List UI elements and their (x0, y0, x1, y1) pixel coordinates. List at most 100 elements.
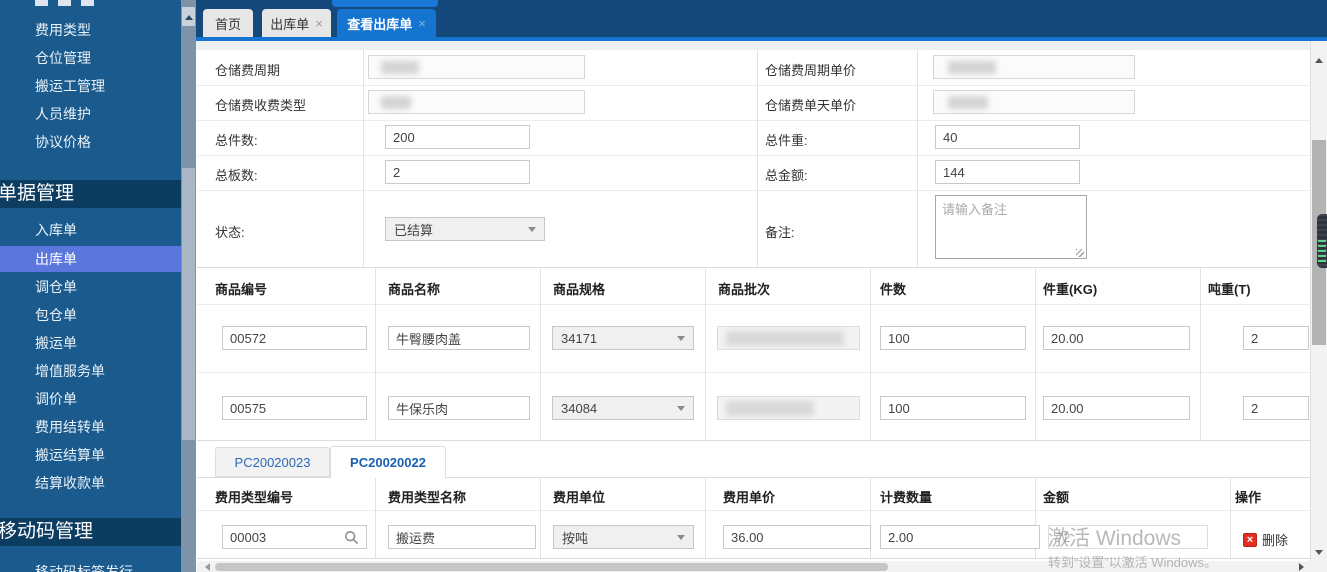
col-header-fee-qty: 计费数量 (880, 490, 933, 505)
divider (757, 50, 758, 267)
fee-tab-pc20020022[interactable]: PC20020022 (330, 446, 446, 478)
sidebar-item-clipped[interactable] (35, 0, 97, 6)
piece-count-field[interactable] (880, 396, 1026, 420)
tab-view-outbound-label: 查看出库单 (347, 16, 413, 32)
fee-tab-pc20020023[interactable]: PC20020023 (215, 447, 330, 477)
sidebar-scroll-up-button[interactable] (182, 7, 195, 26)
storage-fee-day-price-field[interactable] (933, 90, 1135, 114)
product-code-field[interactable] (222, 396, 367, 420)
product-batch-field[interactable] (717, 326, 860, 350)
fee-price-field[interactable] (723, 525, 871, 549)
sidebar-item-value-added-order[interactable]: 增值服务单 (35, 360, 105, 382)
remark-label: 备注: (765, 225, 795, 240)
total-weight-field[interactable] (935, 125, 1080, 149)
total-pieces-label: 总件数: (215, 133, 258, 148)
col-header-piece-weight: 件重(KG) (1043, 282, 1098, 297)
fee-unit-select[interactable]: 按吨 (553, 525, 694, 549)
edge-overlay-widget[interactable] (1317, 214, 1327, 268)
total-amount-field[interactable] (935, 160, 1080, 184)
storage-fee-cycle-field[interactable] (368, 55, 585, 79)
sidebar-item-fee-type[interactable]: 费用类型 (35, 19, 91, 41)
sidebar-item-transfer-order[interactable]: 调仓单 (35, 276, 77, 298)
sidebar-item-porter-mgmt[interactable]: 搬运工管理 (35, 75, 105, 97)
scroll-down-icon[interactable] (1315, 550, 1323, 559)
col-header-amount: 金额 (1043, 490, 1070, 505)
divider (197, 510, 1311, 511)
scroll-up-icon[interactable] (1315, 54, 1323, 63)
scroll-right-icon[interactable] (1299, 563, 1308, 571)
fee-unit-value: 按吨 (562, 530, 589, 546)
divider (705, 477, 706, 558)
col-header-product-code: 商品编号 (215, 282, 268, 297)
clipped-toolbar-button[interactable] (332, 0, 438, 7)
sidebar-item-handling-settlement[interactable]: 搬运结算单 (35, 444, 105, 466)
scroll-left-icon[interactable] (201, 563, 210, 571)
piece-count-field[interactable] (880, 326, 1026, 350)
sidebar-item-settlement-receipt[interactable]: 结算收款单 (35, 472, 105, 494)
divider (197, 267, 1311, 268)
tab-outbound-order[interactable]: 出库单 × (262, 9, 331, 37)
ton-weight-field[interactable] (1243, 326, 1309, 350)
total-pieces-field[interactable] (385, 125, 530, 149)
product-spec-select[interactable]: 34171 (552, 326, 694, 350)
sidebar-item-personnel[interactable]: 人员维护 (35, 103, 91, 125)
delete-row-button[interactable]: × 删除 (1243, 530, 1288, 549)
sidebar-section-documents[interactable]: 单据管理 (0, 180, 181, 208)
redacted-value (726, 401, 814, 416)
sidebar-item-fee-carryover-order[interactable]: 费用结转单 (35, 416, 105, 438)
sidebar-item-mobile-code-label[interactable]: 移动码标签发行 (35, 561, 133, 572)
divider (1200, 267, 1201, 440)
chevron-down-icon (677, 405, 685, 415)
sidebar-item-warehouse-position[interactable]: 仓位管理 (35, 47, 91, 69)
product-code-field[interactable] (222, 326, 367, 350)
product-batch-field[interactable] (717, 396, 860, 420)
storage-fee-charge-type-field[interactable] (368, 90, 585, 114)
col-header-actions: 操作 (1235, 490, 1262, 505)
divider (363, 50, 364, 267)
product-name-field[interactable] (388, 326, 530, 350)
fee-tab-label: PC20020022 (350, 455, 426, 470)
redacted-value (948, 96, 988, 109)
divider (197, 120, 1311, 121)
product-spec-value: 34171 (561, 330, 598, 346)
sidebar-item-inbound-order[interactable]: 入库单 (35, 219, 77, 241)
col-header-fee-type-code: 费用类型编号 (215, 490, 294, 505)
fee-type-name-field[interactable] (388, 525, 536, 549)
product-spec-select[interactable]: 34084 (552, 396, 694, 420)
sidebar-item-agreement-price[interactable]: 协议价格 (35, 131, 91, 153)
delete-button-label: 删除 (1262, 533, 1289, 548)
storage-fee-day-price-label: 仓储费单天单价 (765, 98, 857, 113)
sidebar-item-handling-order[interactable]: 搬运单 (35, 332, 77, 354)
product-name-field[interactable] (388, 396, 530, 420)
close-icon[interactable]: × (315, 16, 323, 31)
remark-textarea[interactable] (935, 195, 1087, 259)
col-header-ton-weight: 吨重(T) (1208, 282, 1251, 297)
redacted-value (948, 61, 996, 74)
sidebar-item-outbound-order[interactable]: 出库单 (0, 246, 181, 272)
piece-weight-field[interactable] (1043, 326, 1190, 350)
fee-qty-field[interactable] (880, 525, 1040, 549)
ton-weight-field[interactable] (1243, 396, 1309, 420)
storage-fee-cycle-price-field[interactable] (933, 55, 1135, 79)
horizontal-scrollbar-thumb[interactable] (215, 563, 888, 571)
sidebar-section-mobile-code[interactable]: 移动码管理 (0, 518, 181, 546)
status-select[interactable]: 已结算 (385, 217, 545, 241)
total-boards-field[interactable] (385, 160, 530, 184)
sidebar-item-price-adjust-order[interactable]: 调价单 (35, 388, 77, 410)
fee-tab-label: PC20020023 (234, 454, 311, 470)
close-icon[interactable]: × (418, 16, 426, 31)
sidebar-scrollbar-thumb[interactable] (182, 168, 195, 440)
tab-view-outbound-order[interactable]: 查看出库单 × (337, 9, 436, 37)
search-icon[interactable] (344, 530, 359, 545)
col-header-fee-unit: 费用单位 (553, 490, 606, 505)
col-header-product-spec: 商品规格 (553, 282, 606, 297)
resize-handle-icon[interactable] (1076, 249, 1084, 257)
divider (705, 267, 706, 440)
piece-weight-field[interactable] (1043, 396, 1190, 420)
content-top-strip (196, 41, 1311, 50)
divider (197, 372, 1311, 373)
divider (375, 267, 376, 440)
storage-fee-cycle-label: 仓储费周期 (215, 63, 281, 78)
sidebar-item-charter-order[interactable]: 包仓单 (35, 304, 77, 326)
tab-home[interactable]: 首页 (203, 9, 253, 37)
